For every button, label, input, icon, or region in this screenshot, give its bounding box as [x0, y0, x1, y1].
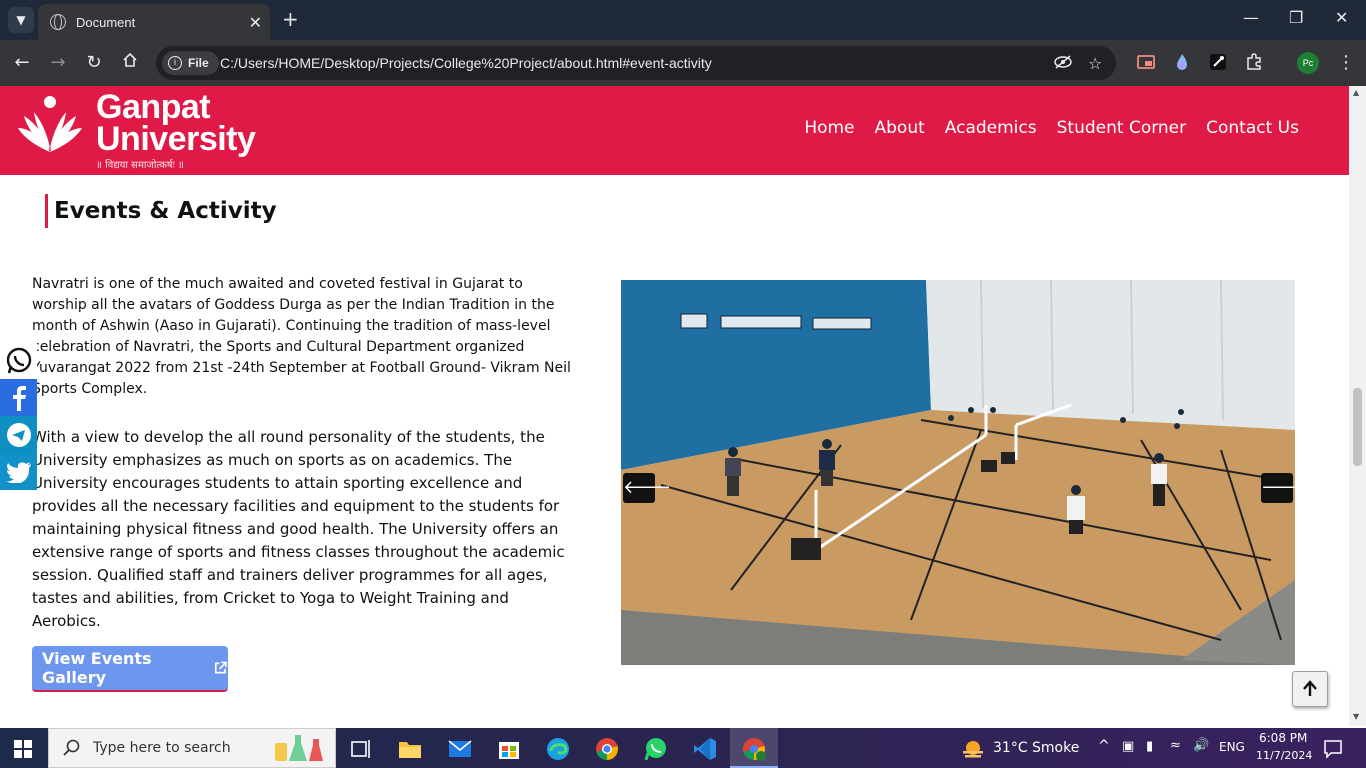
- science-lab-icon: [275, 735, 323, 761]
- file-label: File: [188, 56, 209, 70]
- browser-toolbar: ← → ↻ i File C:/Users/HOME/Desktop/Proje…: [0, 40, 1366, 86]
- search-placeholder: Type here to search: [93, 740, 231, 756]
- search-icon: [63, 739, 80, 756]
- nav-contact-us[interactable]: Contact Us: [1206, 118, 1299, 138]
- weather-haze-icon[interactable]: [960, 737, 986, 763]
- mail-icon[interactable]: [447, 736, 473, 762]
- events-carousel: 🡐 🡒: [621, 280, 1295, 665]
- info-icon: i: [168, 56, 182, 70]
- twitter-icon: [5, 461, 31, 483]
- gallery-button-label: View Events Gallery: [42, 649, 152, 687]
- tab-close-icon[interactable]: ✕: [249, 13, 262, 32]
- whatsapp-app-icon[interactable]: [643, 736, 669, 762]
- vscode-icon[interactable]: [692, 736, 718, 762]
- section-title: Events & Activity: [45, 194, 277, 228]
- clock-time[interactable]: 6:08 PM: [1259, 731, 1307, 745]
- main-nav: Home About Academics Student Corner Cont…: [804, 118, 1299, 138]
- battery-icon[interactable]: ▮: [1146, 739, 1153, 754]
- sports-paragraph: With a view to develop the all round per…: [32, 428, 565, 630]
- scrollbar-thumb[interactable]: [1353, 388, 1362, 466]
- extensions-puzzle-icon[interactable]: [1244, 52, 1264, 72]
- carousel-next-button[interactable]: 🡒: [1261, 473, 1295, 503]
- chrome-profile-icon[interactable]: [741, 736, 767, 762]
- tab-search-chevron-icon[interactable]: ▼: [8, 7, 34, 33]
- weather-desc: Smoke: [1032, 740, 1080, 756]
- external-link-icon: [215, 661, 227, 674]
- browser-menu-icon[interactable]: ⋮: [1334, 51, 1358, 75]
- extension-flame-icon[interactable]: [1172, 52, 1192, 72]
- facebook-share-button[interactable]: [0, 379, 37, 416]
- profile-avatar[interactable]: Pc: [1297, 52, 1319, 74]
- carousel-image: [621, 280, 1295, 665]
- microsoft-store-icon[interactable]: [496, 736, 522, 762]
- forward-button[interactable]: →: [46, 51, 70, 75]
- logo-tagline: ॥ विद्यया समाजोत्कर्षः ॥: [96, 160, 184, 171]
- tray-chevron-up-icon[interactable]: ^: [1098, 738, 1110, 754]
- home-button[interactable]: [118, 51, 142, 75]
- nav-home[interactable]: Home: [804, 118, 854, 138]
- nav-academics[interactable]: Academics: [945, 118, 1037, 138]
- language-indicator[interactable]: ENG: [1219, 740, 1245, 754]
- reload-button[interactable]: ↻: [82, 51, 106, 75]
- view-events-gallery-button[interactable]: View Events Gallery: [32, 646, 228, 692]
- close-window-button[interactable]: ✕: [1335, 8, 1348, 27]
- clock-date[interactable]: 11/7/2024: [1256, 749, 1312, 762]
- back-button[interactable]: ←: [10, 51, 34, 75]
- volume-icon[interactable]: 🔊: [1193, 738, 1209, 753]
- university-logo-icon[interactable]: [16, 94, 84, 154]
- taskbar-search-box[interactable]: Type here to search: [48, 728, 336, 768]
- globe-icon: [50, 14, 66, 30]
- facebook-icon: [12, 385, 26, 411]
- logo-name-line2: University: [96, 120, 256, 158]
- windows-taskbar: Type here to search 31°C Smoke ^ ▣ ▮ ≈ 🔊…: [0, 728, 1366, 768]
- restore-button[interactable]: ❐: [1289, 8, 1303, 27]
- meet-now-icon[interactable]: ▣: [1122, 739, 1134, 754]
- windows-start-icon[interactable]: [14, 740, 32, 758]
- minimize-button[interactable]: —: [1243, 8, 1259, 27]
- address-bar[interactable]: i File C:/Users/HOME/Desktop/Projects/Co…: [156, 46, 1116, 80]
- browser-tab[interactable]: Document ✕: [38, 4, 270, 40]
- cast-icon[interactable]: [1136, 52, 1156, 72]
- site-header: Ganpat University ॥ विद्यया समाजोत्कर्षः…: [0, 86, 1349, 175]
- whatsapp-share-button[interactable]: [0, 342, 37, 379]
- notification-center-icon[interactable]: [1322, 738, 1344, 760]
- page-scrollbar[interactable]: ▲ ▼: [1349, 86, 1366, 726]
- home-icon: [123, 52, 137, 67]
- chrome-icon[interactable]: [594, 736, 620, 762]
- scroll-to-top-button[interactable]: [1292, 671, 1328, 707]
- bookmark-star-icon[interactable]: ☆: [1088, 54, 1102, 73]
- weather-temp: 31°C: [993, 740, 1028, 756]
- nav-about[interactable]: About: [875, 118, 925, 138]
- url-text[interactable]: C:/Users/HOME/Desktop/Projects/College%2…: [220, 55, 712, 71]
- eyedropper-icon[interactable]: [1208, 52, 1228, 72]
- twitter-share-button[interactable]: [0, 453, 37, 490]
- scroll-down-arrow-icon[interactable]: ▼: [1353, 712, 1359, 721]
- site-info-chip[interactable]: i File: [162, 51, 219, 75]
- scroll-up-arrow-icon[interactable]: ▲: [1353, 88, 1359, 97]
- telegram-icon: [6, 422, 31, 447]
- page-viewport: Ganpat University ॥ विद्यया समाजोत्कर्षः…: [0, 86, 1349, 726]
- nav-student-corner[interactable]: Student Corner: [1057, 118, 1187, 138]
- whatsapp-icon: [6, 347, 31, 373]
- telegram-share-button[interactable]: [0, 416, 37, 453]
- tab-title: Document: [76, 14, 136, 30]
- browser-tab-bar: ▼ Document ✕ + — ❐ ✕: [0, 0, 1366, 40]
- carousel-prev-button[interactable]: 🡐: [623, 473, 671, 503]
- navratri-paragraph: Navratri is one of the much awaited and …: [32, 276, 571, 397]
- task-view-icon[interactable]: [348, 736, 374, 762]
- eye-off-icon[interactable]: [1054, 54, 1072, 74]
- new-tab-button[interactable]: +: [282, 8, 299, 30]
- arrow-up-icon: [1303, 680, 1317, 696]
- wifi-icon[interactable]: ≈: [1170, 738, 1181, 753]
- edge-browser-icon[interactable]: [545, 736, 571, 762]
- file-explorer-icon[interactable]: [397, 736, 423, 762]
